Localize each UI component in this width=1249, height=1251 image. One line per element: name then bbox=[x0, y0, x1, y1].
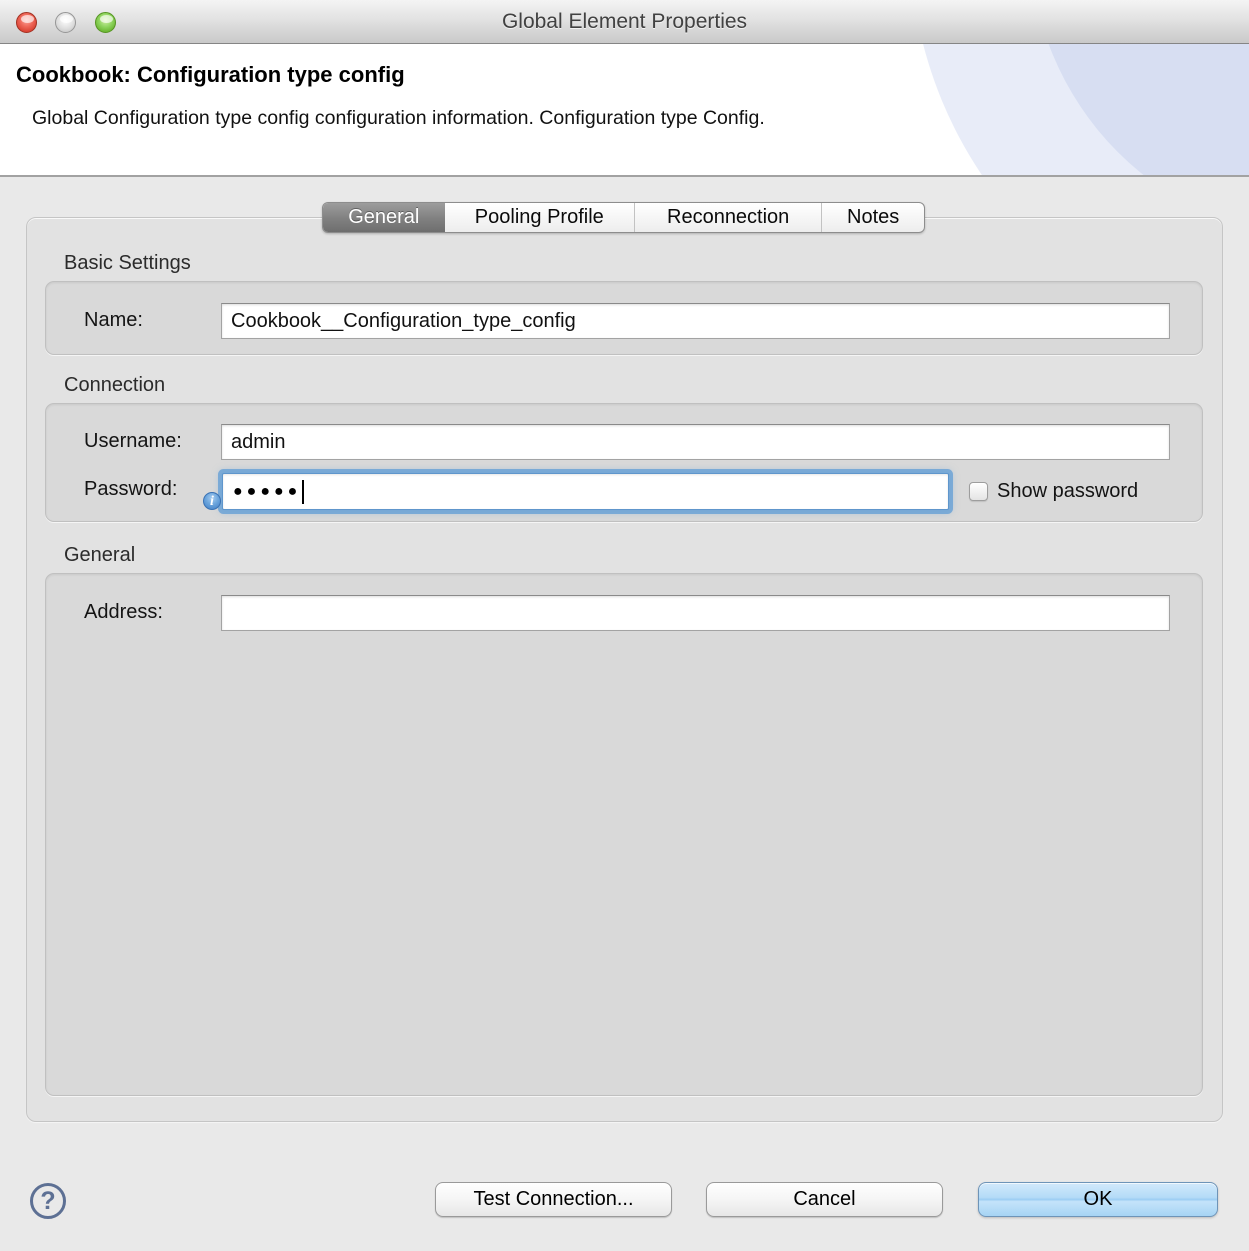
password-label: Password: bbox=[84, 478, 177, 501]
tab-reconnection[interactable]: Reconnection bbox=[634, 203, 821, 232]
username-label: Username: bbox=[84, 430, 182, 453]
password-masked-value: ●●●●● bbox=[233, 484, 301, 500]
question-mark-icon: ? bbox=[40, 1187, 55, 1216]
password-input[interactable]: ●●●●● bbox=[222, 473, 949, 510]
address-label: Address: bbox=[84, 601, 163, 624]
address-input[interactable] bbox=[221, 595, 1170, 631]
page-title: Cookbook: Configuration type config bbox=[16, 62, 405, 88]
page-description: Global Configuration type config configu… bbox=[32, 107, 765, 130]
tab-bar: General Pooling Profile Reconnection Not… bbox=[322, 202, 925, 233]
basic-settings-group-title: Basic Settings bbox=[64, 252, 191, 275]
tab-pooling-profile[interactable]: Pooling Profile bbox=[445, 203, 634, 232]
general-group bbox=[45, 573, 1203, 1096]
general-group-title: General bbox=[64, 544, 135, 567]
cancel-button[interactable]: Cancel bbox=[706, 1182, 943, 1217]
window-title: Global Element Properties bbox=[0, 0, 1249, 43]
test-connection-button[interactable]: Test Connection... bbox=[435, 1182, 672, 1217]
text-caret bbox=[302, 480, 304, 504]
help-button[interactable]: ? bbox=[30, 1183, 66, 1219]
info-icon[interactable]: i bbox=[203, 492, 221, 510]
show-password-label: Show password bbox=[997, 480, 1138, 503]
dialog-header: Cookbook: Configuration type config Glob… bbox=[0, 44, 1249, 177]
global-element-properties-dialog: Global Element Properties Cookbook: Conf… bbox=[0, 0, 1249, 1251]
connection-group-title: Connection bbox=[64, 374, 165, 397]
tab-general[interactable]: General bbox=[323, 203, 445, 232]
name-input[interactable] bbox=[221, 303, 1170, 339]
username-input[interactable] bbox=[221, 424, 1170, 460]
title-bar[interactable]: Global Element Properties bbox=[0, 0, 1249, 44]
show-password-checkbox[interactable] bbox=[969, 482, 988, 501]
ok-button[interactable]: OK bbox=[978, 1182, 1218, 1217]
name-label: Name: bbox=[84, 309, 143, 332]
tab-notes[interactable]: Notes bbox=[821, 203, 924, 232]
